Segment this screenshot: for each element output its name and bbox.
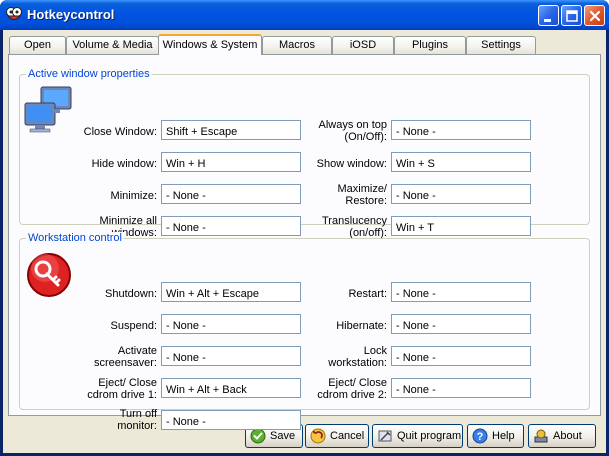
label-line: Minimize all (99, 215, 157, 227)
about-button[interactable]: About (528, 424, 596, 448)
label-hide-window: Hide window: (91, 158, 157, 170)
label-eject-cdrom-2: Eject/ Close cdrom drive 2: (299, 377, 387, 401)
minimize-icon (544, 19, 551, 22)
translucency-hotkey[interactable] (391, 216, 531, 236)
about-label: About (553, 430, 582, 442)
label-line: cdrom drive 1: (87, 389, 157, 401)
key-icon (27, 253, 71, 297)
label-line: Always on top (318, 119, 387, 131)
tab-plugins[interactable]: Plugins (394, 36, 466, 54)
maximize-restore-hotkey[interactable] (391, 184, 531, 204)
label-always-on-top: Always on top (On/Off): (299, 119, 387, 143)
quit-program-button[interactable]: Quit program (372, 424, 463, 448)
label-line: monitor: (117, 420, 157, 432)
label-minimize: Minimize: (110, 190, 157, 202)
dialog-client-area: Open Volume & Media Windows & System Mac… (3, 30, 606, 453)
restart-hotkey[interactable] (391, 282, 531, 302)
maximize-button[interactable] (561, 5, 582, 26)
help-button[interactable]: ? Help (467, 424, 524, 448)
label-turn-off-monitor: Turn off monitor: (69, 408, 157, 432)
label-eject-cdrom-1: Eject/ Close cdrom drive 1: (69, 377, 157, 401)
label-show-window: Show window: (316, 158, 387, 170)
close-button[interactable] (584, 5, 605, 26)
tab-iosd[interactable]: iOSD (332, 36, 394, 54)
turn-off-monitor-hotkey[interactable] (161, 410, 301, 430)
label-shutdown: Shutdown: (105, 288, 157, 300)
about-icon (534, 429, 548, 443)
label-line: Lock (363, 345, 387, 357)
tab-windows-system[interactable]: Windows & System (158, 34, 262, 55)
cancel-button[interactable]: Cancel (305, 424, 369, 448)
label-line: Eject/ Close (328, 377, 387, 389)
eject-cdrom-2-hotkey[interactable] (391, 378, 531, 398)
minimize-button[interactable] (538, 5, 559, 26)
label-hibernate: Hibernate: (336, 320, 387, 332)
shutdown-hotkey[interactable] (161, 282, 301, 302)
undo-icon (310, 428, 326, 444)
label-line: Restore: (345, 195, 387, 207)
title-bar[interactable]: Hotkeycontrol (0, 0, 609, 30)
label-line: Activate (117, 345, 157, 357)
activate-screensaver-hotkey[interactable] (161, 346, 301, 366)
label-maximize-restore: Maximize/ Restore: (299, 183, 387, 207)
group-legend-active-window: Active window properties (26, 68, 152, 80)
label-line: (On/Off): (344, 131, 387, 143)
tab-open[interactable]: Open (9, 36, 66, 54)
tools-icon (378, 430, 392, 442)
label-line: cdrom drive 2: (317, 389, 387, 401)
help-label: Help (492, 430, 515, 442)
eject-cdrom-1-hotkey[interactable] (161, 378, 301, 398)
tab-panel-windows-system: Active window properties Close Window: H… (8, 54, 601, 432)
lock-workstation-hotkey[interactable] (391, 346, 531, 366)
close-icon (589, 10, 601, 22)
close-window-hotkey[interactable] (161, 120, 301, 140)
app-icon (6, 7, 22, 20)
save-label: Save (270, 430, 296, 442)
minimize-all-hotkey[interactable] (161, 216, 301, 236)
label-suspend: Suspend: (110, 320, 157, 332)
show-window-hotkey[interactable] (391, 152, 531, 172)
app-window: Hotkeycontrol Open Volume & Media Window… (0, 0, 609, 456)
monitors-icon (24, 86, 72, 133)
cancel-label: Cancel (330, 430, 365, 442)
help-icon: ? (472, 428, 488, 444)
tab-settings[interactable]: Settings (466, 36, 536, 54)
hibernate-hotkey[interactable] (391, 314, 531, 334)
checkmark-icon (250, 428, 266, 444)
group-legend-workstation: Workstation control (26, 232, 124, 244)
always-on-top-hotkey[interactable] (391, 120, 531, 140)
tab-macros[interactable]: Macros (262, 36, 332, 54)
svg-text:?: ? (477, 431, 484, 443)
tab-volume-media[interactable]: Volume & Media (66, 36, 159, 54)
label-line: workstation: (328, 357, 387, 369)
label-close-window: Close Window: (83, 126, 157, 138)
label-line: Maximize/ (337, 183, 387, 195)
maximize-icon (566, 10, 578, 22)
quit-program-label: Quit program (397, 430, 462, 442)
minimize-hotkey[interactable] (161, 184, 301, 204)
label-restart: Restart: (348, 288, 387, 300)
label-line: Turn off (119, 408, 157, 420)
suspend-hotkey[interactable] (161, 314, 301, 334)
window-title: Hotkeycontrol (27, 7, 115, 22)
label-line: screensaver: (94, 357, 157, 369)
label-line: Translucency (321, 215, 387, 227)
label-activate-screensaver: Activate screensaver: (69, 345, 157, 369)
label-line: Eject/ Close (98, 377, 157, 389)
hide-window-hotkey[interactable] (161, 152, 301, 172)
label-lock-workstation: Lock workstation: (299, 345, 387, 369)
label-translucency: Translucency (on/off): (299, 215, 387, 239)
